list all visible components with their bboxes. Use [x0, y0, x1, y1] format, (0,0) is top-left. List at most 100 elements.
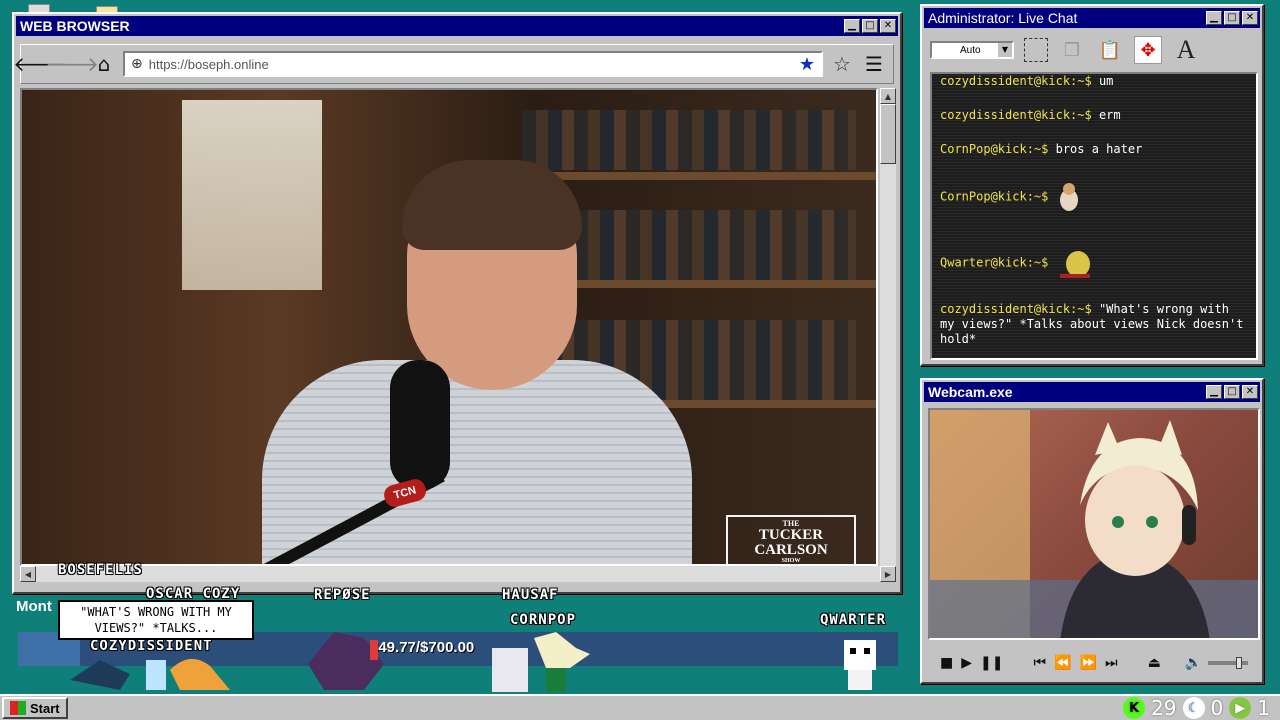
- minimize-button[interactable]: ▁: [1206, 385, 1222, 399]
- chat-username: cozydissident@kick:~$: [940, 302, 1092, 316]
- eject-icon[interactable]: ⏏: [1148, 655, 1161, 671]
- scroll-left-icon[interactable]: ◀: [20, 566, 36, 582]
- emote-cat-icon: [1059, 183, 1078, 211]
- paste-icon[interactable]: 📋: [1096, 36, 1124, 64]
- chat-username: cozydissident@kick:~$: [940, 108, 1092, 122]
- chat-text: um: [1091, 74, 1114, 88]
- font-size-select[interactable]: Auto ▼: [930, 41, 1014, 59]
- chat-log[interactable]: cozydissident@kick:~$ um cozydissident@k…: [930, 72, 1258, 360]
- skip-forward-icon[interactable]: ⏭: [1105, 655, 1118, 671]
- maximize-button[interactable]: □: [862, 19, 878, 33]
- stream-stats: K 29 ☾ 0 ▶ 1: [1123, 696, 1280, 720]
- chat-message: cozydissident@kick:~$ "What's wrong with…: [940, 302, 1246, 347]
- stat-count: 1: [1257, 696, 1270, 720]
- host-hair: [402, 160, 582, 250]
- forward-arrow-icon[interactable]: 🡒: [45, 51, 99, 77]
- viewer-name: REPØSE: [314, 587, 371, 603]
- chat-title: Administrator: Live Chat: [928, 10, 1078, 26]
- webcam-title: Webcam.exe: [928, 384, 1013, 400]
- chat-window: Administrator: Live Chat ▁ □ ✕ Auto ▼ ❐ …: [920, 4, 1264, 366]
- browser-window: WEB BROWSER ▁ □ ✕ 🡐 🡒 ⌂ ⊕ https://boseph…: [12, 12, 902, 594]
- close-button[interactable]: ✕: [1242, 11, 1258, 25]
- close-button[interactable]: ✕: [1242, 385, 1258, 399]
- webcam-titlebar[interactable]: Webcam.exe ▁ □ ✕: [924, 382, 1260, 402]
- moon-icon: ☾: [1182, 697, 1205, 719]
- viewer-sprite: [70, 658, 230, 690]
- minimize-button[interactable]: ▁: [1206, 11, 1222, 25]
- maximize-button[interactable]: □: [1224, 11, 1240, 25]
- viewer-name: QWARTER: [820, 612, 887, 628]
- microphone: [390, 360, 450, 490]
- scroll-right-icon[interactable]: ▶: [880, 566, 896, 582]
- skip-back-icon[interactable]: ⏮: [1033, 655, 1046, 671]
- webcam-window: Webcam.exe ▁ □ ✕ ■ ▶ ❚❚ ⏮ ⏪ ⏩ ⏭ ⏏ 🔉: [920, 378, 1264, 684]
- menu-icon[interactable]: ☰: [861, 51, 887, 77]
- url-text[interactable]: https://boseph.online: [149, 57, 793, 72]
- volume-knob[interactable]: [1236, 657, 1242, 669]
- browser-toolbar: 🡐 🡒 ⌂ ⊕ https://boseph.online ★ ☆ ☰: [13, 44, 894, 84]
- chat-username: CornPop@kick:~$: [940, 189, 1049, 204]
- pause-icon[interactable]: ❚❚: [980, 655, 1003, 671]
- favorites-star-icon[interactable]: ☆: [829, 51, 855, 77]
- stop-icon[interactable]: ■: [940, 655, 953, 671]
- taskbar: Start K 29 ☾ 0 ▶ 1: [0, 694, 1280, 720]
- bookshelf: [522, 110, 856, 170]
- chat-username: CornPop@kick:~$: [940, 142, 1049, 156]
- move-icon[interactable]: ✥: [1134, 36, 1162, 64]
- viewer-name: HAUSAF: [502, 587, 559, 603]
- fast-forward-icon[interactable]: ⏩: [1080, 655, 1097, 671]
- maximize-button[interactable]: □: [1224, 385, 1240, 399]
- rewind-icon[interactable]: ⏪: [1054, 655, 1071, 671]
- chat-titlebar[interactable]: Administrator: Live Chat ▁ □ ✕: [924, 8, 1260, 28]
- viewer-name: BOSEFELIS: [58, 562, 143, 578]
- scroll-up-icon[interactable]: ▲: [880, 88, 896, 104]
- chat-message: CornPop@kick:~$ bros a hater: [940, 142, 1246, 157]
- volume-slider[interactable]: [1208, 657, 1248, 669]
- viewer-sprite: [492, 632, 590, 692]
- volume-control: 🔉: [1185, 655, 1248, 671]
- start-label: Start: [30, 700, 60, 716]
- rumble-icon: ▶: [1229, 697, 1252, 719]
- show-logo: THE TUCKER CARLSON SHOW: [726, 515, 856, 564]
- close-button[interactable]: ✕: [880, 19, 896, 33]
- address-bar[interactable]: ⊕ https://boseph.online ★: [123, 51, 823, 77]
- copy-icon[interactable]: ❐: [1058, 36, 1086, 64]
- chat-text: erm: [1091, 108, 1121, 122]
- bookmarked-star-icon[interactable]: ★: [799, 54, 815, 75]
- horizontal-scrollbar[interactable]: ◀ ▶: [20, 566, 896, 582]
- emote-pear-icon: [1059, 251, 1090, 278]
- avatar: [930, 410, 1258, 638]
- browser-titlebar[interactable]: WEB BROWSER ▁ □ ✕: [16, 16, 898, 36]
- select-icon[interactable]: [1024, 38, 1048, 62]
- logo-line: TUCKER: [758, 526, 824, 543]
- browser-title: WEB BROWSER: [20, 18, 130, 34]
- minimize-button[interactable]: ▁: [844, 19, 860, 33]
- chat-username: Qwarter@kick:~$: [940, 255, 1049, 270]
- vertical-scrollbar[interactable]: ▲: [880, 88, 896, 566]
- dropdown-arrow-icon[interactable]: ▼: [998, 43, 1012, 57]
- speech-bubble: "WHAT'S WRONG WITH MY VIEWS?" *TALKS...: [58, 600, 254, 640]
- chat-message: cozydissident@kick:~$ erm: [940, 108, 1246, 123]
- logo-line: CARLSON: [754, 541, 828, 558]
- video-frame: TCN THE TUCKER CARLSON SHOW: [22, 90, 876, 564]
- viewer-sprite: [308, 632, 384, 690]
- logo-line: SHOW: [781, 557, 801, 564]
- chat-message: Qwarter@kick:~$: [940, 246, 1246, 280]
- chat-message: CornPop@kick:~$: [940, 180, 1246, 214]
- video-viewport[interactable]: TCN THE TUCKER CARLSON SHOW: [20, 88, 878, 566]
- stat-count: 0: [1210, 696, 1224, 720]
- play-icon[interactable]: ▶: [961, 655, 972, 671]
- font-size-value: Auto: [960, 44, 981, 56]
- start-button[interactable]: Start: [2, 697, 68, 719]
- viewer-name: CORNPOP: [510, 612, 577, 628]
- chat-username: cozydissident@kick:~$: [940, 74, 1092, 88]
- kick-icon: K: [1123, 697, 1146, 719]
- chat-toolbar: Auto ▼ ❐ 📋 ✥ A: [926, 32, 1258, 68]
- viewer-count: 29: [1151, 696, 1177, 720]
- chat-text: bros a hater: [1048, 142, 1143, 156]
- speaker-icon[interactable]: 🔉: [1185, 655, 1202, 671]
- media-controls: ■ ▶ ❚❚ ⏮ ⏪ ⏩ ⏭ ⏏ 🔉: [928, 646, 1260, 680]
- home-icon[interactable]: ⌂: [91, 51, 117, 77]
- font-icon[interactable]: A: [1172, 35, 1200, 64]
- scroll-thumb[interactable]: [880, 104, 896, 164]
